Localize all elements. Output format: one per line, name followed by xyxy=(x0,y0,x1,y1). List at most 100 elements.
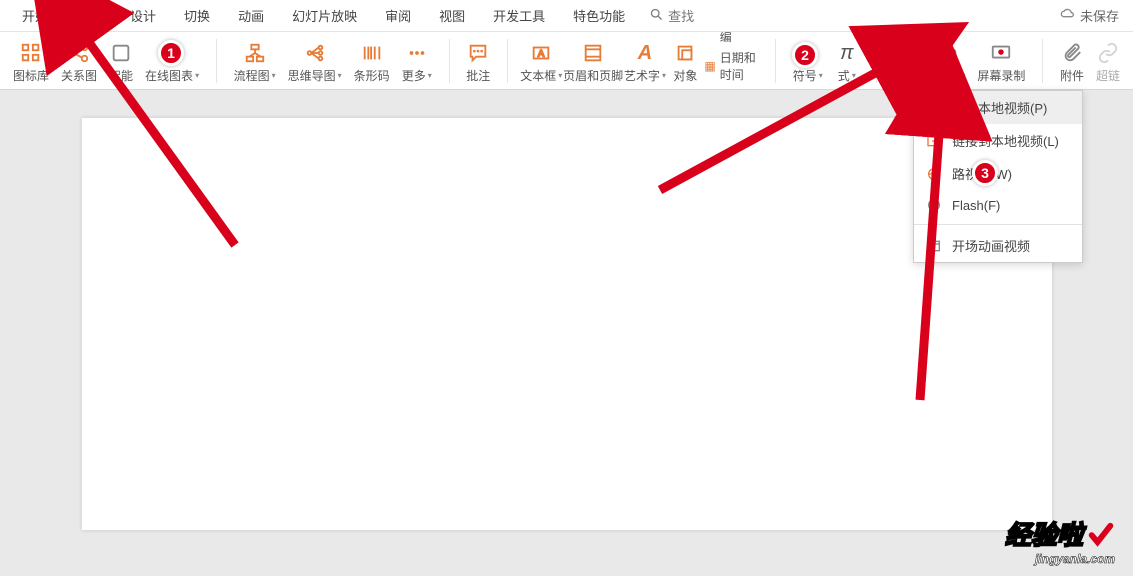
flowchart-button[interactable]: 流程图▾ xyxy=(229,38,281,89)
equation-label: 式▾ xyxy=(838,67,856,84)
wordart-label: 艺术字▾ xyxy=(624,67,666,84)
video-label: 视频▾ xyxy=(893,67,923,84)
callout-2: 2 xyxy=(792,42,818,68)
slide[interactable] xyxy=(82,118,1052,530)
search-button[interactable]: 查找 xyxy=(649,6,694,25)
callout-3: 3 xyxy=(972,160,998,186)
video-dropdown-menu: 嵌入本地视频(P) 链接到本地视频(L) 路视频(W) Flash(F) 开场动… xyxy=(913,90,1083,263)
flash-icon xyxy=(926,197,942,213)
textbox-icon: A xyxy=(529,41,553,65)
header-footer-label: 页眉和页脚 xyxy=(563,67,623,84)
audio-label: 音频▾ xyxy=(935,67,965,84)
barcode-label: 条形码 xyxy=(354,67,390,84)
tab-slideshow[interactable]: 幻灯片放映 xyxy=(278,2,371,29)
tab-view[interactable]: 视图 xyxy=(425,2,479,29)
check-icon xyxy=(1087,520,1115,548)
web-video-item[interactable]: 路视频(W) xyxy=(914,157,1082,190)
icon-library-label: 图标库 xyxy=(13,67,49,84)
link-square-icon xyxy=(926,133,942,149)
tab-special[interactable]: 特色功能 xyxy=(559,2,639,29)
flash-label: Flash(F) xyxy=(952,198,1000,213)
relation-chart-label: 关系图 xyxy=(61,67,97,84)
link-icon xyxy=(1096,41,1120,65)
datetime-label: 日期和时间 xyxy=(720,49,764,83)
calendar-icon: ▦ xyxy=(704,59,715,73)
wordart-button[interactable]: A 艺术字▾ xyxy=(624,38,667,89)
smart-button[interactable]: 智能 xyxy=(104,38,138,89)
globe-icon xyxy=(926,166,942,182)
link-local-video-label: 链接到本地视频(L) xyxy=(952,131,1059,150)
opening-animation-label: 开场动画视频 xyxy=(952,236,1030,255)
pi-icon: π xyxy=(835,41,859,65)
relation-chart-button[interactable]: 关系图 xyxy=(56,38,102,89)
wordart-icon: A xyxy=(633,41,657,65)
menu-tab-bar: 开始 插入 设计 切换 动画 幻灯片放映 审阅 视图 开发工具 特色功能 查找 … xyxy=(0,0,1133,32)
screen-record-label: 屏幕录制 xyxy=(977,67,1025,84)
symbol-label: 符号▾ xyxy=(793,67,823,84)
paperclip-icon xyxy=(1060,41,1084,65)
tab-start[interactable]: 开始 xyxy=(8,2,62,29)
save-status[interactable]: 未保存 xyxy=(1060,6,1119,25)
tab-design[interactable]: 设计 xyxy=(116,2,170,29)
watermark: 经验啦 jingyanla.com xyxy=(1005,515,1115,566)
screen-record-icon xyxy=(989,41,1013,65)
tab-transition[interactable]: 切换 xyxy=(170,2,224,29)
datetime-button[interactable]: ▦ 日期和时间 xyxy=(704,49,763,83)
tab-devtools[interactable]: 开发工具 xyxy=(479,2,559,29)
barcode-icon xyxy=(360,41,384,65)
object-button[interactable]: 对象 xyxy=(668,38,702,89)
video-button[interactable]: 视频▾ xyxy=(888,38,928,89)
textbox-label: 文本框▾ xyxy=(520,67,562,84)
flowchart-label: 流程图▾ xyxy=(234,67,276,84)
hyperlink-label: 超链 xyxy=(1096,67,1120,84)
tab-review[interactable]: 审阅 xyxy=(371,2,425,29)
search-icon xyxy=(649,7,664,25)
mindmap-icon xyxy=(303,41,327,65)
film-icon xyxy=(926,238,942,254)
barcode-button[interactable]: 条形码 xyxy=(349,38,395,89)
smart-icon xyxy=(109,41,133,65)
svg-text:A: A xyxy=(538,49,545,59)
embed-local-video-label: 嵌入本地视频(P) xyxy=(952,98,1047,117)
mindmap-label: 思维导图▾ xyxy=(288,67,342,84)
comment-button[interactable]: 批注 xyxy=(461,38,495,89)
link-local-video-item[interactable]: 链接到本地视频(L) xyxy=(914,124,1082,157)
audio-icon xyxy=(938,41,962,65)
grid-icon xyxy=(19,41,43,65)
relation-icon xyxy=(67,41,91,65)
flowchart-icon xyxy=(243,41,267,65)
screen-record-button[interactable]: 屏幕录制 xyxy=(972,38,1030,89)
dropdown-separator xyxy=(914,224,1082,225)
more-button[interactable]: 更多▾ xyxy=(397,38,437,89)
save-status-label: 未保存 xyxy=(1080,6,1119,25)
tab-animation[interactable]: 动画 xyxy=(224,2,278,29)
opening-animation-item[interactable]: 开场动画视频 xyxy=(914,229,1082,262)
comment-label: 批注 xyxy=(466,67,490,84)
audio-button[interactable]: 音频▾ xyxy=(930,38,970,89)
object-icon xyxy=(673,41,697,65)
object-label: 对象 xyxy=(673,67,697,84)
attachment-button[interactable]: 附件 xyxy=(1055,38,1089,89)
online-chart-label: 在线图表▾ xyxy=(145,67,199,84)
cloud-icon xyxy=(1060,6,1076,25)
equation-button[interactable]: π 式▾ xyxy=(830,38,864,89)
tab-insert[interactable]: 插入 xyxy=(62,4,116,27)
attachment-label: 附件 xyxy=(1060,67,1084,84)
mindmap-button[interactable]: 思维导图▾ xyxy=(283,38,347,89)
search-label: 查找 xyxy=(668,6,694,25)
hyperlink-button[interactable]: 超链 xyxy=(1091,38,1125,89)
header-footer-button[interactable]: 页眉和页脚 xyxy=(565,38,622,89)
header-footer-icon xyxy=(581,41,605,65)
embed-local-video-item[interactable]: 嵌入本地视频(P) xyxy=(914,91,1082,124)
flash-item[interactable]: Flash(F) xyxy=(914,190,1082,220)
icon-library-button[interactable]: 图标库 xyxy=(8,38,54,89)
more-label: 更多▾ xyxy=(402,67,432,84)
watermark-url: jingyanla.com xyxy=(1005,552,1115,566)
video-icon xyxy=(896,41,920,65)
comment-icon xyxy=(466,41,490,65)
callout-1: 1 xyxy=(158,40,184,66)
textbox-button[interactable]: A 文本框▾ xyxy=(520,38,563,89)
play-square-icon xyxy=(926,100,942,116)
watermark-title: 经验啦 xyxy=(1005,515,1083,552)
more-icon xyxy=(405,41,429,65)
